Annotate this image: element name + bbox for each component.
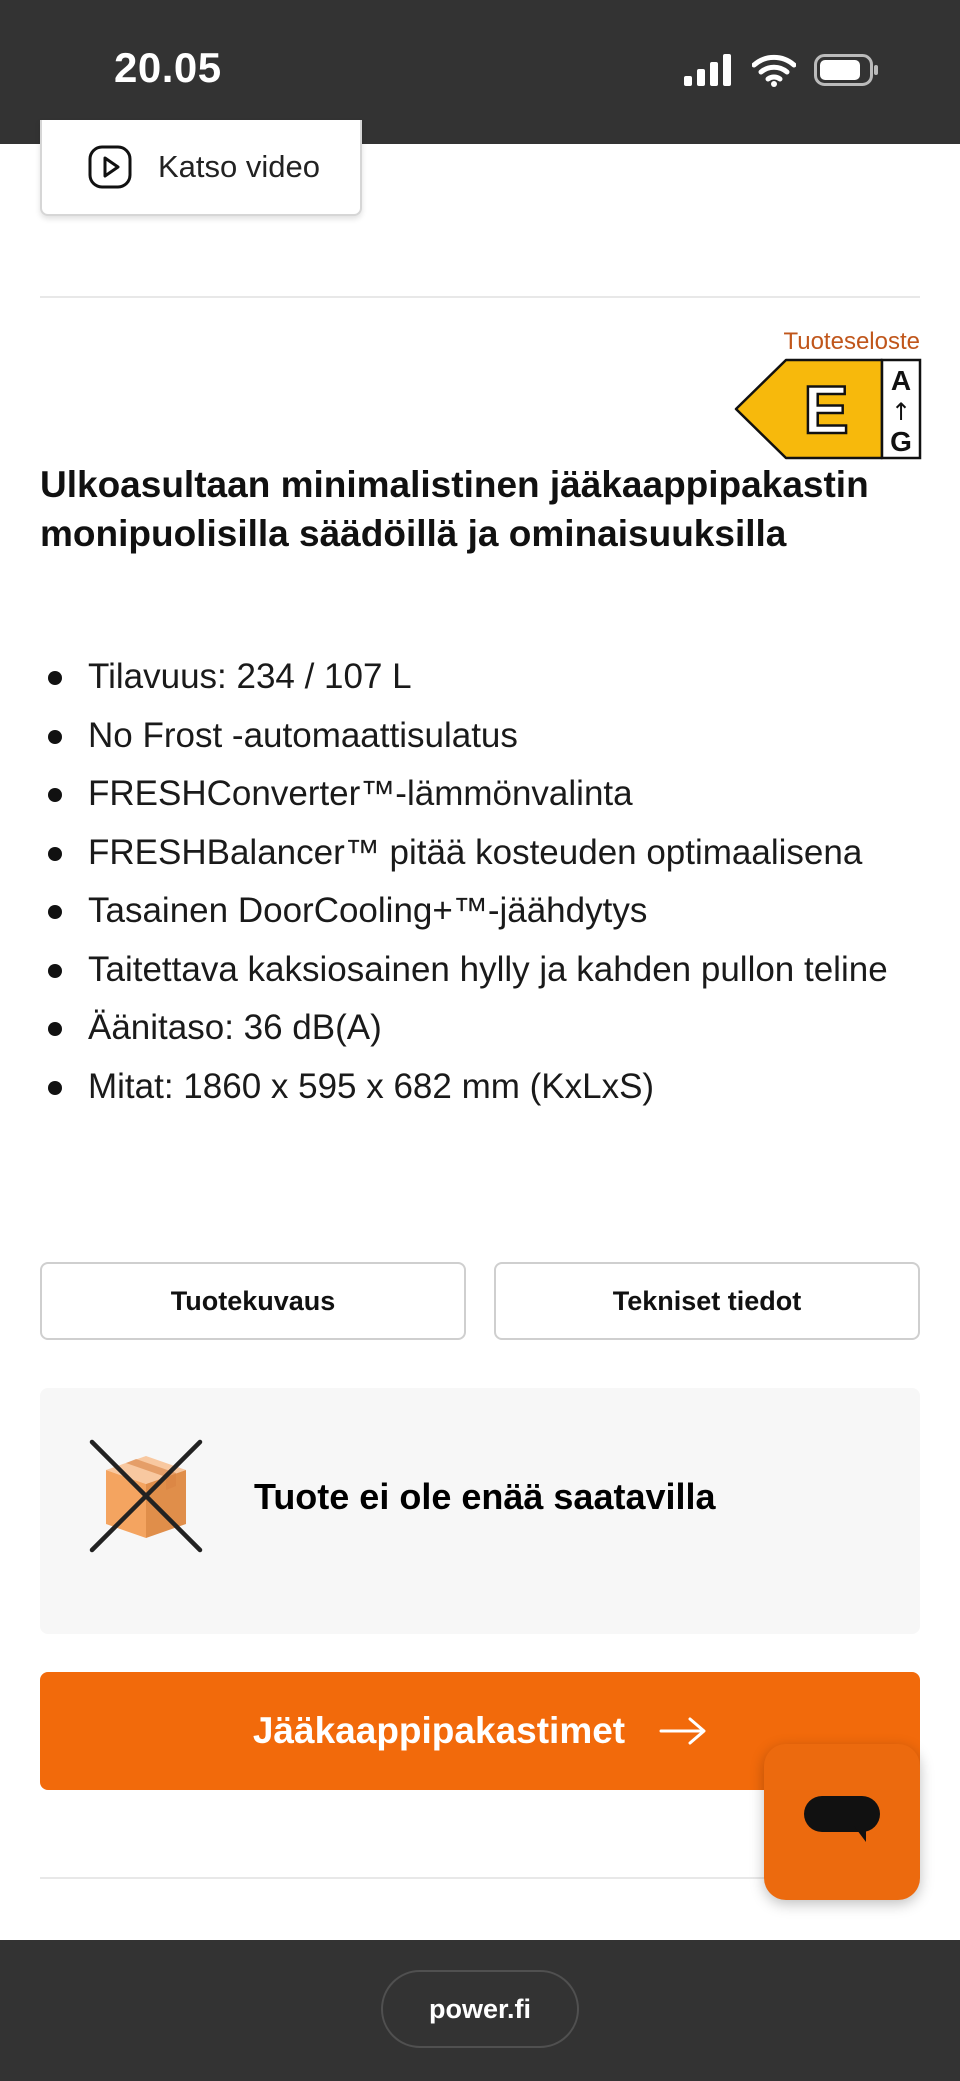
- product-description-button[interactable]: Tuotekuvaus: [40, 1262, 466, 1340]
- product-headline: Ulkoasultaan minimalistinen jääkaappipak…: [40, 464, 869, 554]
- unavailable-box-icon: [89, 1439, 203, 1553]
- feature-item: Mitat: 1860 x 595 x 682 mm (KxLxS): [40, 1058, 920, 1117]
- chat-icon: [804, 1796, 880, 1842]
- signal-icon: [684, 54, 731, 86]
- status-icons: [684, 50, 880, 90]
- feature-item: Tilavuus: 234 / 107 L: [40, 648, 920, 707]
- address-bar[interactable]: power.fi: [381, 1970, 579, 2048]
- divider: [40, 296, 920, 298]
- watch-video-button[interactable]: Katso video: [40, 120, 362, 216]
- energy-scale-top: A: [891, 365, 911, 396]
- status-time: 20.05: [114, 44, 222, 91]
- category-link-label: Jääkaappipakastimet: [252, 1710, 626, 1751]
- feature-item: Taitettava kaksiosainen hylly ja kahden …: [40, 941, 920, 1000]
- product-information-sheet-link[interactable]: Tuoteseloste: [783, 328, 920, 356]
- energy-class-letter: E: [803, 372, 848, 448]
- energy-scale-bottom: G: [890, 426, 912, 457]
- feature-item: FRESHBalancer™ pitää kosteuden optimaali…: [40, 824, 920, 883]
- feature-item: FRESHConverter™-lämmönvalinta: [40, 765, 920, 824]
- page: 20.05 Katso video Tuoteseloste E A ↑ G U…: [0, 0, 960, 2081]
- technical-specs-button[interactable]: Tekniset tiedot: [494, 1262, 920, 1340]
- battery-icon: [814, 54, 878, 86]
- browser-bar: power.fi: [0, 1940, 960, 2081]
- energy-class-label[interactable]: E A ↑ G: [734, 358, 922, 460]
- wifi-icon: [752, 54, 796, 87]
- feature-item: Tasainen DoorCooling+™-jäähdytys: [40, 882, 920, 941]
- watch-video-label: Katso video: [158, 149, 320, 184]
- availability-status: Tuote ei ole enää saatavilla: [254, 1476, 716, 1517]
- feature-item: Äänitaso: 36 dB(A): [40, 999, 920, 1058]
- chat-button[interactable]: [764, 1744, 920, 1900]
- feature-item: No Frost -automaattisulatus: [40, 707, 920, 766]
- availability-card: Tuote ei ole enää saatavilla: [40, 1388, 920, 1634]
- arrow-right-icon: [659, 1717, 706, 1745]
- play-icon: [88, 145, 132, 189]
- energy-scale-arrow: ↑: [891, 398, 911, 426]
- feature-list: Tilavuus: 234 / 107 L No Frost -automaat…: [40, 648, 920, 1116]
